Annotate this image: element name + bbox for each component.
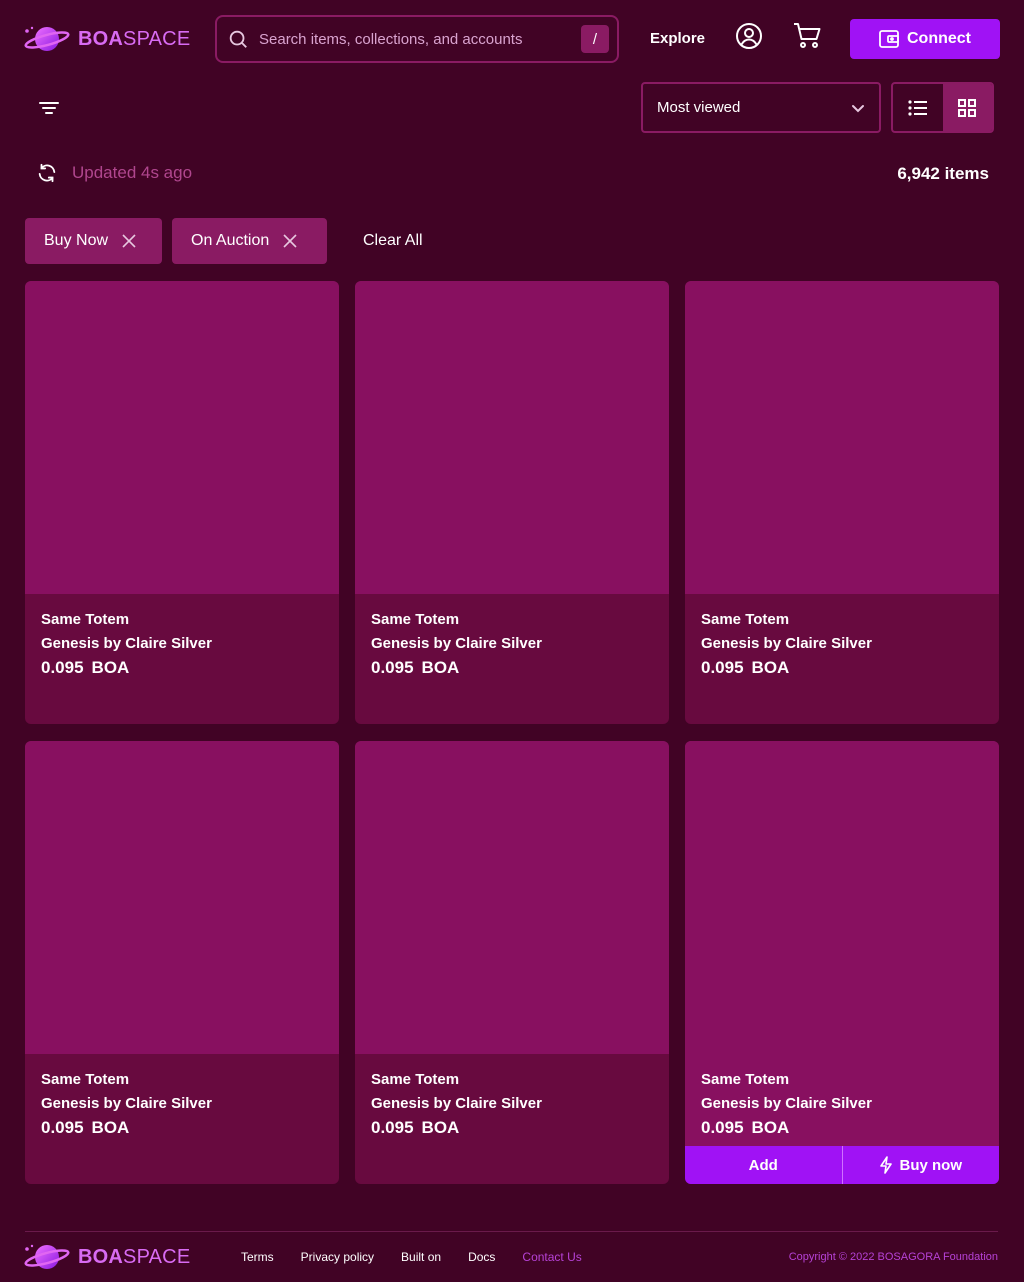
nft-price: 0.095 BOA [41, 658, 130, 677]
card-actions: Add Buy now [685, 1146, 999, 1184]
nft-collection: Genesis by Claire Silver [701, 1095, 872, 1112]
nft-collection: Genesis by Claire Silver [41, 635, 212, 652]
nft-name: Same Totem [371, 611, 460, 628]
search-bar[interactable]: Search items, collections, and accounts … [215, 15, 619, 63]
planet-logo-icon [24, 26, 70, 51]
footer-link-privacy[interactable]: Privacy policy [301, 1250, 374, 1264]
nft-name: Same Totem [41, 611, 130, 628]
footer-divider [25, 1231, 998, 1232]
logo[interactable]: BOASPACE [24, 24, 190, 54]
list-view-icon [908, 99, 927, 116]
footer-link-built-on[interactable]: Built on [401, 1250, 441, 1264]
nft-price: 0.095 BOA [41, 1118, 130, 1137]
nft-name: Same Totem [371, 1071, 460, 1088]
chip-label: On Auction [191, 232, 270, 249]
add-to-cart-button[interactable]: Add [685, 1146, 842, 1184]
search-icon [229, 30, 247, 48]
nft-name: Same Totem [701, 611, 790, 628]
nft-image [355, 741, 669, 1054]
planet-logo-icon [24, 1244, 70, 1269]
sort-value: Most viewed [657, 99, 741, 116]
nft-card[interactable]: Same Totem Genesis by Claire Silver 0.09… [25, 741, 339, 1184]
nft-collection: Genesis by Claire Silver [371, 635, 542, 652]
nft-card[interactable]: Same Totem Genesis by Claire Silver 0.09… [685, 281, 999, 724]
user-icon [736, 23, 762, 49]
sort-dropdown[interactable]: Most viewed [641, 82, 881, 133]
footer-link-contact[interactable]: Contact Us [522, 1250, 581, 1264]
filter-chip-buy-now[interactable]: Buy Now [25, 218, 162, 264]
cart-button[interactable] [792, 21, 822, 51]
chevron-down-icon [852, 104, 864, 112]
nft-collection: Genesis by Claire Silver [41, 1095, 212, 1112]
nft-collection: Genesis by Claire Silver [371, 1095, 542, 1112]
clear-all-button[interactable]: Clear All [363, 232, 423, 250]
close-icon[interactable] [283, 234, 297, 248]
nft-price: 0.095 BOA [371, 1118, 460, 1137]
filter-button[interactable] [36, 96, 62, 120]
updated-text: Updated 4s ago [72, 163, 193, 182]
filter-chip-on-auction[interactable]: On Auction [172, 218, 327, 264]
lightning-icon [879, 1156, 892, 1174]
buy-now-button[interactable]: Buy now [841, 1146, 999, 1184]
account-button[interactable] [734, 21, 764, 51]
connect-label: Connect [907, 30, 971, 47]
nft-collection: Genesis by Claire Silver [701, 635, 872, 652]
footer-link-docs[interactable]: Docs [468, 1250, 495, 1264]
cart-icon [794, 23, 821, 48]
nft-image [25, 741, 339, 1054]
footer-logo[interactable]: BOASPACE [24, 1242, 190, 1272]
nft-card[interactable]: Same Totem Genesis by Claire Silver 0.09… [355, 281, 669, 724]
nft-price: 0.095 BOA [701, 1118, 790, 1137]
grid-view-button[interactable] [942, 84, 992, 131]
nft-image [25, 281, 339, 594]
refresh-status: Updated 4s ago [36, 162, 192, 184]
search-shortcut-badge: / [581, 25, 609, 53]
nft-card[interactable]: Same Totem Genesis by Claire Silver 0.09… [355, 741, 669, 1184]
nft-image [355, 281, 669, 594]
nft-image [685, 741, 999, 1054]
filter-icon [39, 102, 59, 114]
nft-price: 0.095 BOA [701, 658, 790, 677]
brand-name: BOASPACE [78, 1245, 191, 1268]
nft-card-hovered[interactable]: Same Totem Genesis by Claire Silver 0.09… [685, 741, 999, 1184]
wallet-icon [879, 30, 899, 48]
nft-card[interactable]: Same Totem Genesis by Claire Silver 0.09… [25, 281, 339, 724]
nft-price: 0.095 BOA [371, 658, 460, 677]
copyright: Copyright © 2022 BOSAGORA Foundation [788, 1251, 998, 1263]
footer-links: Terms Privacy policy Built on Docs Conta… [241, 1250, 582, 1264]
search-input[interactable]: Search items, collections, and accounts [259, 31, 581, 48]
connect-button[interactable]: Connect [850, 19, 1000, 59]
footer-link-terms[interactable]: Terms [241, 1250, 274, 1264]
chip-label: Buy Now [44, 232, 109, 249]
nft-name: Same Totem [701, 1071, 790, 1088]
nft-name: Same Totem [41, 1071, 130, 1088]
close-icon[interactable] [122, 234, 136, 248]
nft-image [685, 281, 999, 594]
view-toggle[interactable] [891, 82, 994, 133]
list-view-button[interactable] [893, 84, 943, 131]
nav-explore[interactable]: Explore [650, 30, 705, 47]
item-count: 6,942 items [897, 164, 989, 183]
refresh-icon[interactable] [36, 162, 58, 184]
grid-view-icon [958, 98, 977, 117]
brand-name: BOASPACE [78, 27, 191, 50]
